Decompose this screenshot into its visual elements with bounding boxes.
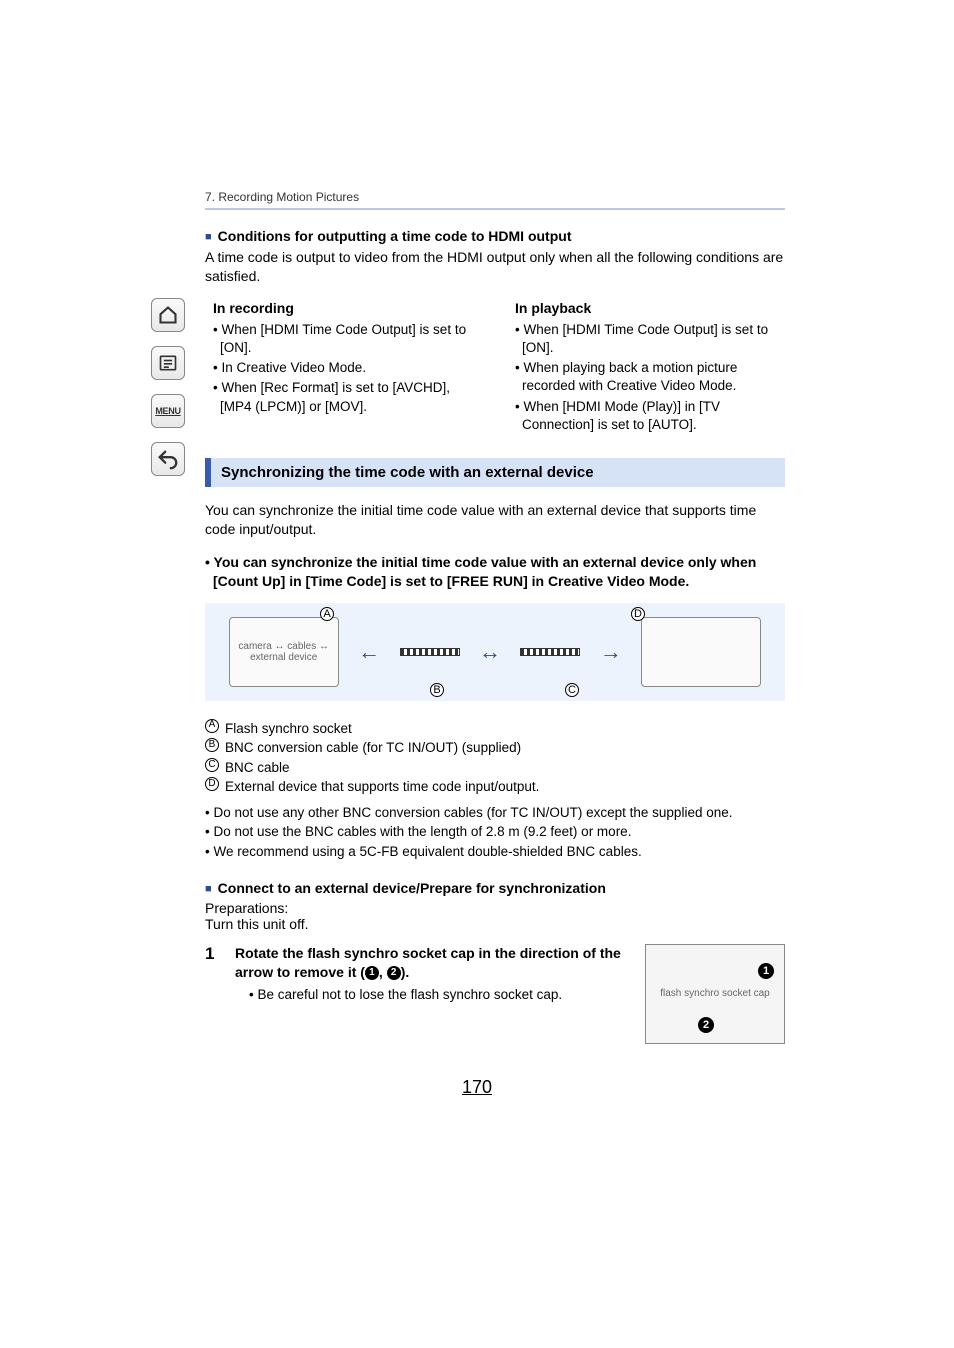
- bnc-conv-cable: [400, 648, 460, 656]
- toc-icon[interactable]: [151, 346, 185, 380]
- external-device-illustration: [641, 617, 761, 687]
- page-number[interactable]: 170: [0, 1077, 954, 1098]
- sync-note-bold: You can synchronize the initial time cod…: [205, 553, 785, 591]
- marker-1: 1: [758, 963, 774, 979]
- home-icon[interactable]: [151, 298, 185, 332]
- camera-illustration: camera ↔ cables ↔ external device: [229, 617, 339, 687]
- bnc-cable: [520, 648, 580, 656]
- playback-list: When [HDMI Time Code Output] is set to […: [507, 321, 785, 434]
- sync-intro: You can synchronize the initial time cod…: [205, 501, 785, 539]
- legend-item: CBNC cable: [205, 758, 785, 778]
- cable-notes: Do not use any other BNC conversion cabl…: [205, 803, 785, 862]
- step-number: 1: [205, 944, 223, 964]
- legend-item: DExternal device that supports time code…: [205, 777, 785, 797]
- menu-button[interactable]: MENU: [151, 394, 185, 428]
- arrow-icon: ←: [358, 639, 380, 665]
- list-item: We recommend using a 5C-FB equivalent do…: [205, 842, 785, 862]
- list-item: When [HDMI Time Code Output] is set to […: [515, 321, 785, 357]
- subheading-conditions: Conditions for outputting a time code to…: [205, 228, 785, 244]
- diagram-legend: AFlash synchro socket BBNC conversion ca…: [205, 719, 785, 797]
- list-item: Do not use the BNC cables with the lengt…: [205, 822, 785, 842]
- subheading-connect: Connect to an external device/Prepare fo…: [205, 880, 785, 896]
- marker-2: 2: [698, 1017, 714, 1033]
- callout-c: C: [565, 683, 579, 697]
- callout-b: B: [430, 683, 444, 697]
- step-illustration: flash synchro socket cap 1 2: [645, 944, 785, 1044]
- step-subnote: Be careful not to lose the flash synchro…: [249, 986, 633, 1005]
- chapter-heading: 7. Recording Motion Pictures: [205, 190, 785, 208]
- connection-diagram: camera ↔ cables ↔ external device ← ↔ → …: [205, 603, 785, 701]
- recording-list: When [HDMI Time Code Output] is set to […: [205, 321, 483, 416]
- prep-label: Preparations:: [205, 900, 785, 916]
- arrow-icon: →: [600, 639, 622, 665]
- intro-paragraph: A time code is output to video from the …: [205, 248, 785, 286]
- list-item: When [HDMI Time Code Output] is set to […: [213, 321, 483, 357]
- list-item: Do not use any other BNC conversion cabl…: [205, 803, 785, 823]
- list-item: In Creative Video Mode.: [213, 359, 483, 377]
- section-heading-sync: Synchronizing the time code with an exte…: [205, 458, 785, 487]
- col-head-recording: In recording: [213, 300, 483, 316]
- callout-d: D: [631, 607, 645, 621]
- list-item: When [Rec Format] is set to [AVCHD], [MP…: [213, 379, 483, 415]
- list-item: When playing back a motion picture recor…: [515, 359, 785, 395]
- col-head-playback: In playback: [515, 300, 785, 316]
- two-column-conditions: In recording When [HDMI Time Code Output…: [205, 300, 785, 436]
- callout-a: A: [320, 607, 334, 621]
- back-icon[interactable]: [151, 442, 185, 476]
- step-instruction: Rotate the flash synchro socket cap in t…: [235, 945, 621, 981]
- step-1: 1 Rotate the flash synchro socket cap in…: [205, 944, 785, 1044]
- prep-text: Turn this unit off.: [205, 916, 785, 932]
- list-item: When [HDMI Mode (Play)] in [TV Connectio…: [515, 398, 785, 434]
- double-arrow-icon: ↔: [479, 639, 501, 665]
- chapter-rule: [205, 208, 785, 210]
- legend-item: BBNC conversion cable (for TC IN/OUT) (s…: [205, 738, 785, 758]
- legend-item: AFlash synchro socket: [205, 719, 785, 739]
